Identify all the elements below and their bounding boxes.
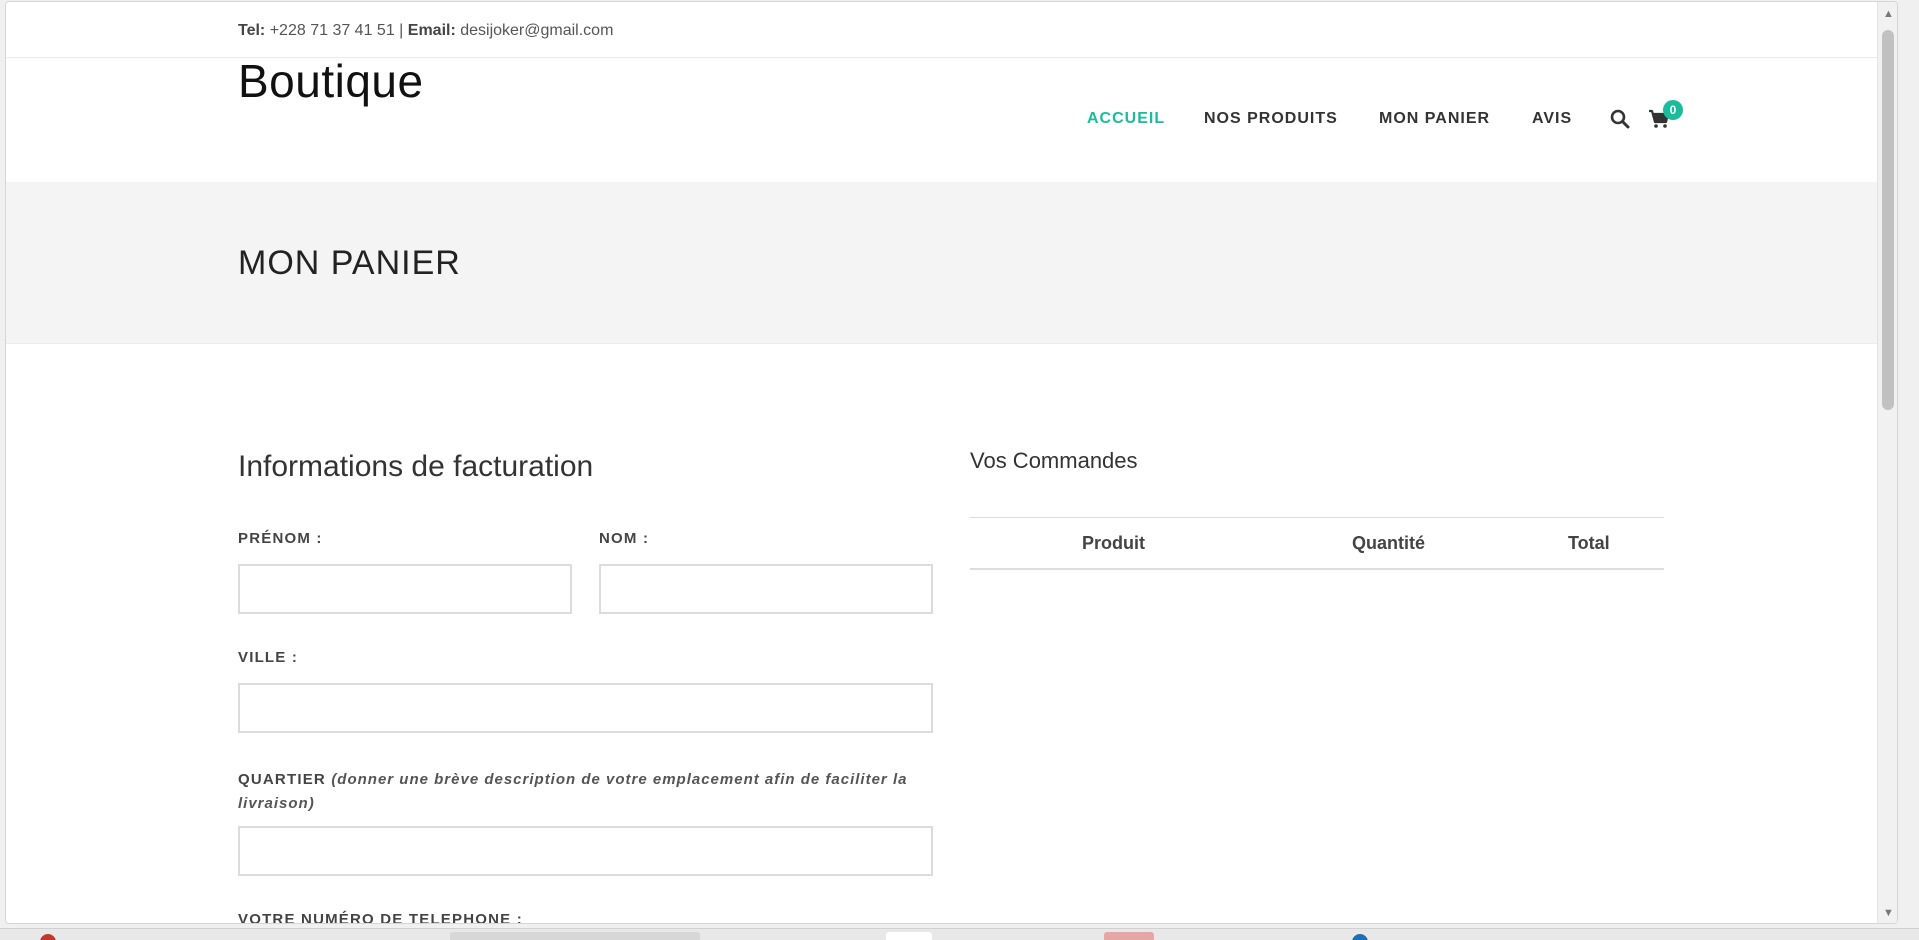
quartier-label-text: QUARTIER bbox=[238, 771, 326, 788]
contact-info: Tel: +228 71 37 41 51 | Email: desijoker… bbox=[238, 22, 613, 40]
scroll-down-arrow-icon[interactable]: ▼ bbox=[1883, 907, 1894, 919]
ville-field[interactable] bbox=[238, 683, 933, 733]
orders-col-total: Total bbox=[1568, 533, 1610, 553]
quartier-field[interactable] bbox=[238, 826, 933, 876]
prenom-label: PRÉNOM : bbox=[238, 530, 323, 547]
nav-item-accueil[interactable]: ACCUEIL bbox=[1087, 110, 1165, 128]
taskbar-app-icon[interactable] bbox=[1352, 934, 1368, 940]
scrollbar-thumb[interactable] bbox=[1882, 30, 1894, 410]
site-logo[interactable]: Boutique bbox=[238, 54, 424, 108]
scroll-up-arrow-icon[interactable]: ▲ bbox=[1883, 8, 1894, 20]
page-title: MON PANIER bbox=[238, 244, 461, 282]
cart-count-badge: 0 bbox=[1663, 100, 1683, 120]
email-label: Email: bbox=[407, 22, 456, 39]
taskbar-item[interactable] bbox=[450, 932, 700, 940]
nav-item-mon-panier[interactable]: MON PANIER bbox=[1379, 110, 1490, 128]
email-value: desijoker@gmail.com bbox=[455, 22, 614, 39]
taskbar-strip bbox=[0, 928, 1919, 940]
orders-col-quantite: Quantité bbox=[1352, 533, 1426, 553]
contact-topbar: Tel: +228 71 37 41 51 | Email: desijoker… bbox=[6, 2, 1897, 58]
browser-viewport: Tel: +228 71 37 41 51 | Email: desijoker… bbox=[5, 1, 1898, 924]
taskbar-item[interactable] bbox=[886, 932, 932, 940]
telephone-label: VOTRE NUMÉRO DE TELEPHONE : bbox=[238, 911, 523, 924]
quartier-hint: (donner une brève description de votre e… bbox=[238, 771, 908, 812]
nav-item-nos-produits[interactable]: NOS PRODUITS bbox=[1204, 110, 1338, 128]
quartier-label: QUARTIER (donner une brève description d… bbox=[238, 768, 933, 816]
orders-col-produit: Produit bbox=[1082, 533, 1145, 553]
nom-label: NOM : bbox=[599, 530, 650, 547]
billing-title: Informations de facturation bbox=[238, 450, 594, 483]
nom-field[interactable] bbox=[599, 564, 933, 614]
nav-item-avis[interactable]: AVIS bbox=[1532, 110, 1572, 128]
tel-label: Tel: bbox=[238, 22, 266, 39]
prenom-field[interactable] bbox=[238, 564, 572, 614]
search-icon[interactable] bbox=[1610, 109, 1630, 129]
taskbar-item[interactable] bbox=[1104, 932, 1154, 940]
orders-table: Produit Quantité Total bbox=[970, 517, 1664, 570]
orders-title: Vos Commandes bbox=[970, 448, 1138, 473]
tel-value: +228 71 37 41 51 | bbox=[265, 22, 408, 39]
taskbar-app-icon[interactable] bbox=[40, 934, 56, 940]
page-title-band: MON PANIER bbox=[6, 182, 1897, 344]
ville-label: VILLE : bbox=[238, 649, 299, 666]
vertical-scrollbar[interactable]: ▲ ▼ bbox=[1877, 2, 1897, 923]
